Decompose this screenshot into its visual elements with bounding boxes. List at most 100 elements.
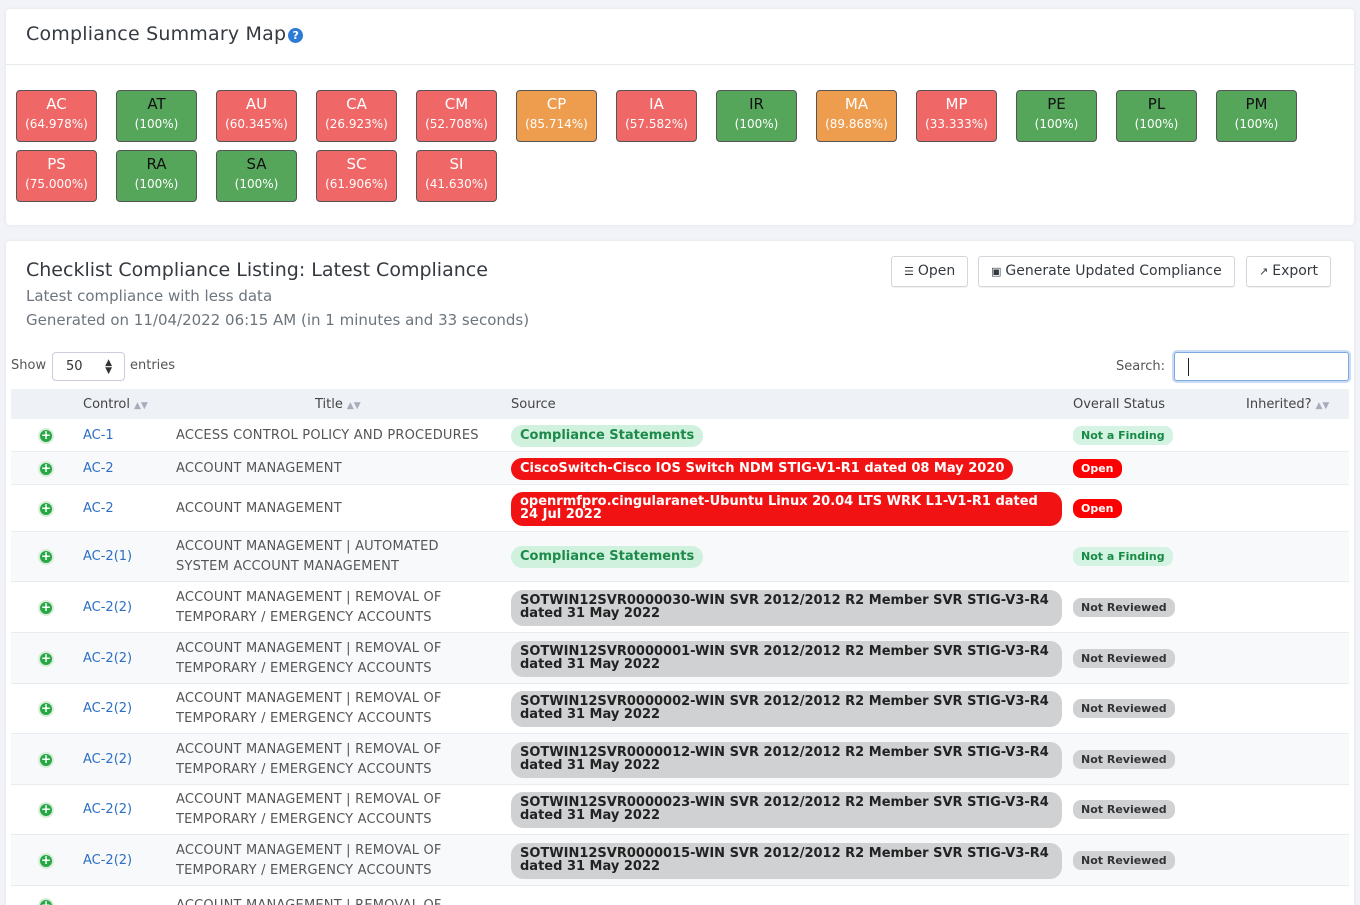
source-badge[interactable]: CiscoSwitch-Cisco IOS Switch NDM STIG-V1… — [511, 457, 1014, 480]
tile-sc[interactable]: SC (61.906%) — [316, 150, 397, 202]
tile-percent: (60.345%) — [225, 117, 288, 131]
table-header: Control ▲▼ Title ▲▼ Source Overall Status … — [11, 389, 1349, 419]
col-inherited-label: Inherited? — [1246, 397, 1312, 412]
control-title: ACCOUNT MANAGEMENT | REMOVAL OF TEMPORAR… — [176, 640, 442, 676]
source-badge[interactable]: SOTWIN12SVR0000015-WIN SVR 2012/2012 R2 … — [511, 842, 1062, 879]
tile-pe[interactable]: PE (100%) — [1016, 90, 1097, 142]
expand-row-icon[interactable]: + — [38, 898, 54, 905]
control-link[interactable]: AC-2(2) — [83, 701, 132, 716]
control-link[interactable]: AC-2(2) — [83, 651, 132, 666]
tile-code: CA — [346, 95, 367, 113]
tile-ma[interactable]: MA (89.868%) — [816, 90, 897, 142]
tile-code: IA — [649, 95, 664, 113]
save-icon: ▣ — [991, 265, 1002, 278]
control-link[interactable]: AC-1 — [83, 428, 114, 443]
expand-row-icon[interactable]: + — [38, 852, 54, 869]
tile-percent: (57.582%) — [625, 117, 688, 131]
expand-row-icon[interactable]: + — [38, 599, 54, 616]
export-button-label: Export — [1272, 263, 1319, 279]
tile-code: AT — [147, 95, 166, 113]
listing-subtitle: Latest compliance with less data — [26, 287, 273, 305]
source-badge[interactable]: SOTWIN12SVR0000030-WIN SVR 2012/2012 R2 … — [511, 589, 1062, 626]
expand-row-icon[interactable]: + — [38, 650, 54, 667]
show-label: Show — [11, 358, 47, 373]
generate-compliance-button[interactable]: ▣ Generate Updated Compliance — [978, 256, 1235, 287]
tile-ca[interactable]: CA (26.923%) — [316, 90, 397, 142]
open-button[interactable]: ☰ Open — [891, 256, 969, 287]
control-link[interactable]: AC-2(2) — [83, 802, 132, 817]
expand-row-icon[interactable]: + — [38, 500, 54, 517]
col-inherited[interactable]: Inherited? ▲▼ — [1246, 397, 1329, 412]
tile-si[interactable]: SI (41.630%) — [416, 150, 497, 202]
summary-header: Compliance Summary Map? — [6, 9, 1354, 65]
tile-au[interactable]: AU (60.345%) — [216, 90, 297, 142]
status-badge: Not Reviewed — [1073, 850, 1175, 870]
control-link[interactable]: AC-2 — [83, 461, 114, 476]
entries-select[interactable]: 50 ▲ ▼ — [52, 352, 125, 381]
tile-percent: (100%) — [134, 117, 179, 131]
tile-sa[interactable]: SA (100%) — [216, 150, 297, 202]
tile-ra[interactable]: RA (100%) — [116, 150, 197, 202]
checklist-listing-card: Checklist Compliance Listing: Latest Com… — [6, 241, 1354, 905]
control-title: ACCOUNT MANAGEMENT | REMOVAL OF TEMPORAR… — [176, 792, 442, 827]
status-badge: Not Reviewed — [1073, 800, 1175, 819]
source-badge[interactable]: SOTWIN12SVR0000023-WIN SVR 2012/2012 R2 … — [511, 792, 1062, 828]
sort-icon: ▲▼ — [134, 401, 148, 411]
tile-ia[interactable]: IA (57.582%) — [616, 90, 697, 142]
control-link[interactable]: AC-2(2) — [83, 600, 132, 615]
source-badge[interactable]: Compliance Statements — [511, 546, 704, 568]
entries-value: 50 — [66, 359, 83, 374]
col-status: Overall Status — [1073, 397, 1166, 412]
control-link[interactable]: AC-2(2) — [83, 752, 132, 767]
tile-percent: (89.868%) — [825, 117, 888, 131]
control-link[interactable]: AC-2 — [83, 501, 114, 516]
table-row: + AC-1 ACCESS CONTROL POLICY AND PROCEDURE… — [11, 419, 1349, 452]
tile-percent: (41.630%) — [425, 177, 488, 191]
tile-mp[interactable]: MP (33.333%) — [916, 90, 997, 142]
tile-ps[interactable]: PS (75.000%) — [16, 150, 97, 202]
listing-title: Checklist Compliance Listing: Latest Com… — [26, 259, 488, 281]
tile-code: SI — [449, 155, 464, 173]
tile-at[interactable]: AT (100%) — [116, 90, 197, 142]
col-control[interactable]: Control ▲▼ — [83, 397, 148, 412]
col-title-label: Title — [315, 397, 343, 412]
generate-button-label: Generate Updated Compliance — [1005, 263, 1222, 279]
control-title: ACCOUNT MANAGEMENT | REMOVAL OF TEMPORAR… — [176, 691, 442, 726]
tile-ir[interactable]: IR (100%) — [716, 90, 797, 142]
control-title: ACCOUNT MANAGEMENT | REMOVAL OF TEMPORAR… — [176, 589, 442, 625]
tile-cm[interactable]: CM (52.708%) — [416, 90, 497, 142]
tile-pl[interactable]: PL (100%) — [1116, 90, 1197, 142]
tile-cp[interactable]: CP (85.714%) — [516, 90, 597, 142]
tile-ac[interactable]: AC (64.978%) — [16, 90, 97, 142]
col-title[interactable]: Title ▲▼ — [315, 397, 361, 412]
export-button[interactable]: ↗ Export — [1246, 256, 1332, 287]
expand-row-icon[interactable]: + — [38, 802, 54, 818]
status-badge: Open — [1073, 458, 1122, 478]
expand-row-icon[interactable]: + — [38, 701, 54, 717]
list-icon: ☰ — [904, 265, 914, 278]
source-badge[interactable]: SOTWIN12SVR0000001-WIN SVR 2012/2012 R2 … — [511, 640, 1062, 677]
help-icon[interactable]: ? — [288, 28, 304, 43]
control-title: ACCOUNT MANAGEMENT — [176, 460, 342, 476]
source-badge[interactable]: SOTWIN12SVR0000012-WIN SVR 2012/2012 R2 … — [511, 741, 1062, 778]
source-badge[interactable]: openrmfpro.cingularanet-Ubuntu Linux 20.… — [511, 491, 1062, 526]
source-badge[interactable]: Compliance Statements — [511, 424, 704, 447]
expand-row-icon[interactable]: + — [38, 751, 54, 768]
control-link[interactable]: AC-2(2) — [83, 853, 132, 868]
tile-code: CM — [444, 95, 469, 113]
table-row: + ACCOUNT MANAGEMENT | REMOVAL OF — [11, 886, 1349, 905]
control-title: ACCOUNT MANAGEMENT — [176, 500, 342, 516]
table-row: + AC-2(2) ACCOUNT MANAGEMENT | REMOVAL OF … — [11, 633, 1349, 684]
search-input[interactable] — [1174, 352, 1349, 381]
search-label: Search: — [1116, 359, 1166, 374]
expand-row-icon[interactable]: + — [38, 427, 54, 444]
tile-percent: (75.000%) — [25, 177, 88, 191]
expand-row-icon[interactable]: + — [38, 460, 54, 477]
expand-row-icon[interactable]: + — [38, 549, 54, 565]
source-badge[interactable]: SOTWIN12SVR0000002-WIN SVR 2012/2012 R2 … — [511, 691, 1062, 727]
tile-percent: (61.906%) — [325, 177, 388, 191]
control-link[interactable]: AC-2(1) — [83, 549, 132, 564]
generated-info: Generated on 11/04/2022 06:15 AM (in 1 m… — [26, 311, 530, 329]
tile-percent: (100%) — [234, 177, 279, 191]
tile-pm[interactable]: PM (100%) — [1216, 90, 1297, 142]
